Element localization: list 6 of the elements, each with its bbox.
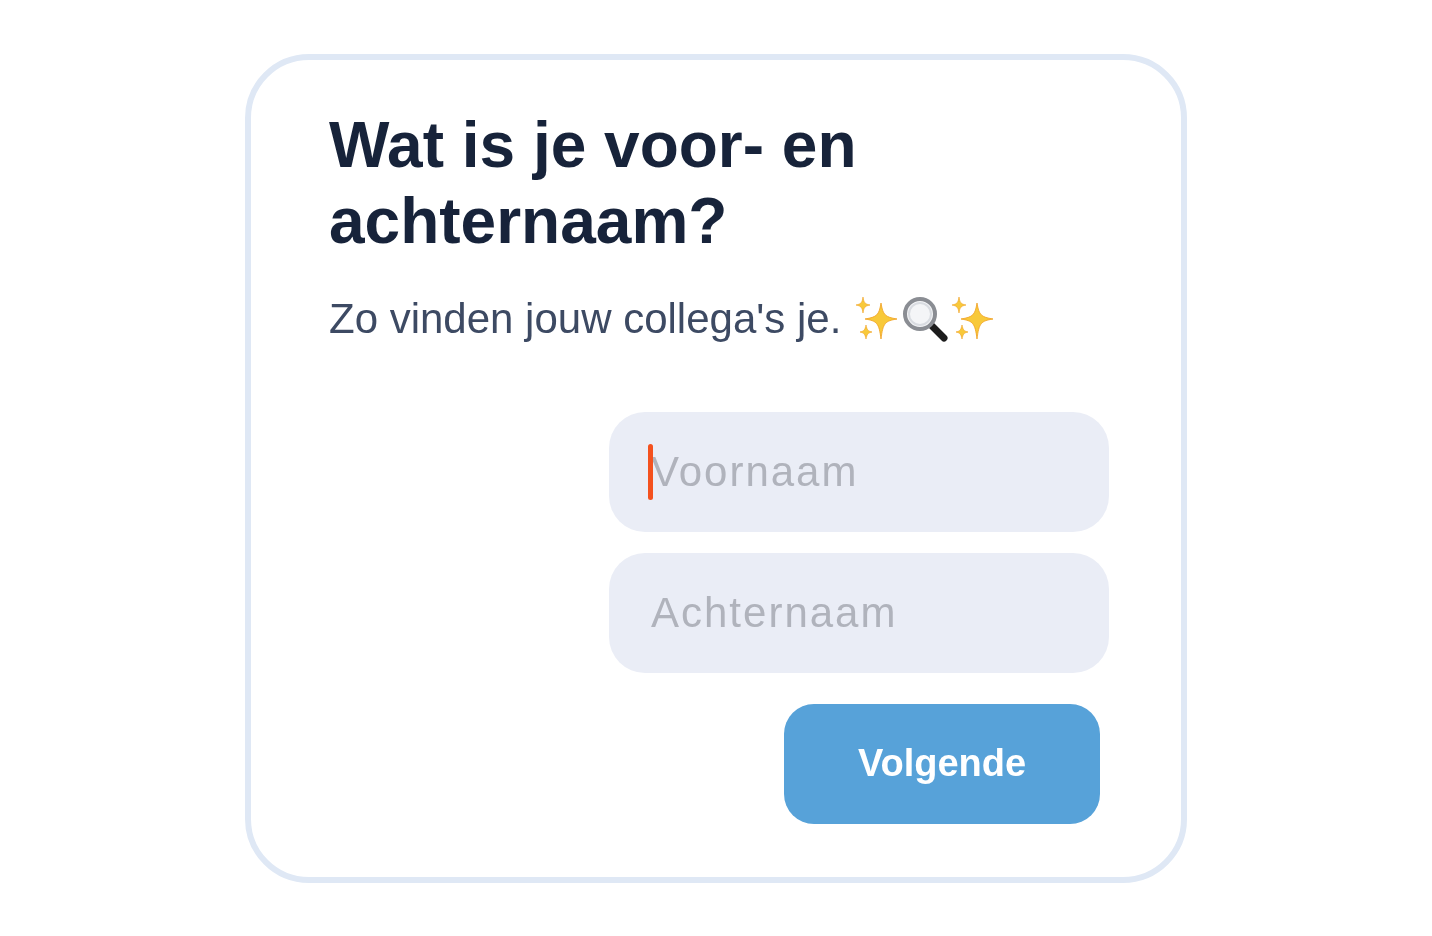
input-field[interactable]: Achternaam — [609, 552, 1109, 673]
heading: Wat is je voor- en achternaam? — [329, 107, 858, 259]
input-field[interactable]: Voornaam — [609, 411, 1109, 532]
search-icon — [901, 294, 950, 343]
next-button[interactable]: Volgende — [784, 703, 1100, 824]
subtitle: Zo vinden jouw collega's je. — [329, 294, 842, 343]
